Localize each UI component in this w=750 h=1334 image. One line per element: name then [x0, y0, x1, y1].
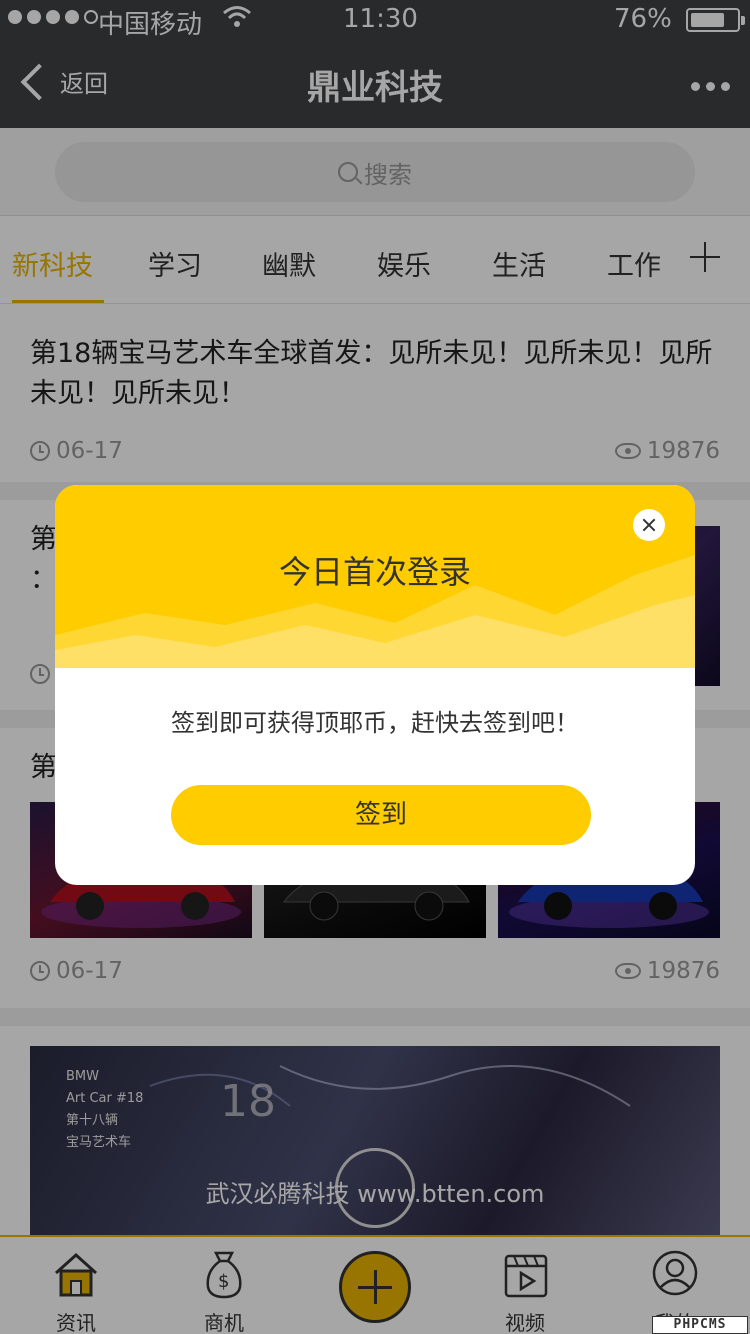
- modal-title: 今日首次登录: [278, 553, 471, 591]
- daily-login-modal: 今日首次登录 签到即可获得顶耶币，赶快去签到吧！ 签到: [55, 485, 695, 885]
- modal-header: 今日首次登录: [55, 485, 695, 668]
- modal-message: 签到即可获得顶耶币，赶快去签到吧！: [171, 709, 579, 737]
- watermark: PHPCMS: [652, 1316, 748, 1334]
- close-icon[interactable]: [633, 509, 665, 541]
- check-in-button[interactable]: 签到: [171, 785, 591, 845]
